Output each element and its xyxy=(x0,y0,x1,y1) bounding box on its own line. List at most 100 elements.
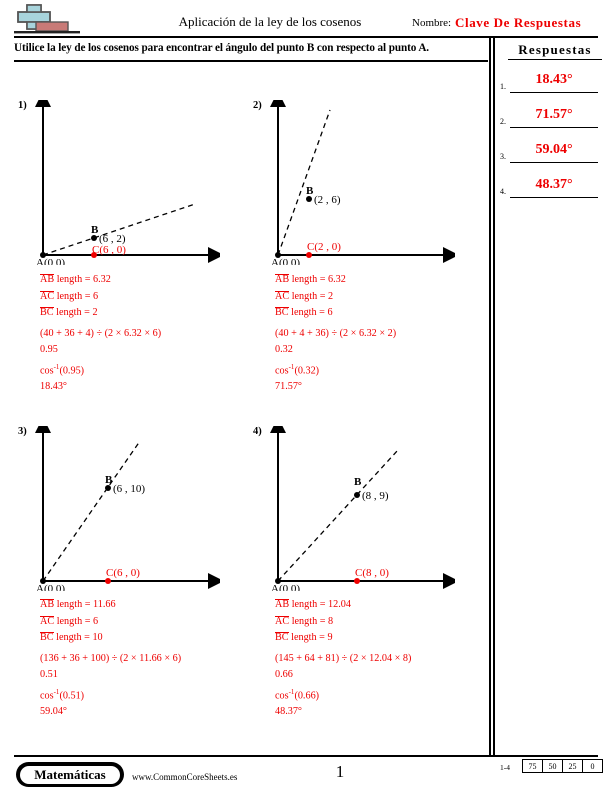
answer-value: 18.43° xyxy=(535,72,573,87)
segment-bc-label: BC xyxy=(40,632,54,643)
answer-value: 59.04° xyxy=(535,142,573,157)
page-title: Aplicación de la ley de los cosenos xyxy=(178,14,362,29)
segment-ac-label: AC xyxy=(40,615,55,627)
segment-ac-label: AC xyxy=(40,290,55,302)
problem-1-graph: A(0,0) B (6 , 2) C(6 , 0) xyxy=(35,100,220,265)
answers-heading: Respuestas xyxy=(508,42,602,60)
problem-number: 3) xyxy=(18,426,27,437)
segment-ab-text: length = 6.32 xyxy=(54,274,111,285)
inverse-arg: (0.32) xyxy=(294,364,320,376)
label-b: B xyxy=(306,185,314,197)
answer-number: 4. xyxy=(500,187,506,196)
table-row: 75 50 25 0 xyxy=(522,759,603,773)
score-range-label: 1-4 xyxy=(500,763,510,772)
label-a: A(0,0) xyxy=(271,583,300,591)
segment-bc-text: length = 10 xyxy=(53,632,103,643)
answer-row-4: 4. 48.37° xyxy=(500,177,600,203)
worksheet-page: Aplicación de la ley de los cosenos Nomb… xyxy=(0,0,612,792)
answer-number: 2. xyxy=(500,117,506,126)
segment-bc-label: BC xyxy=(40,307,54,318)
result-line: 71.57° xyxy=(275,381,302,393)
score-cell[interactable]: 0 xyxy=(582,759,603,773)
result-line: 48.37° xyxy=(275,706,302,718)
inverse-cos-label: cos xyxy=(275,364,289,376)
segment-ac-text: length = 2 xyxy=(289,290,334,302)
problem-4-work: AB length = 12.04 AC length = 8 BC lengt… xyxy=(275,597,411,721)
segment-ab-text: length = 6.32 xyxy=(289,274,346,285)
name-label: Nombre: xyxy=(412,17,452,29)
segment-ab-label: AB xyxy=(275,274,290,285)
page-number: 1 xyxy=(335,762,345,781)
instruction-text: Utilice la ley de los cosenos para encon… xyxy=(14,42,429,54)
label-b: B xyxy=(354,476,362,488)
problem-3-work: AB length = 11.66 AC length = 6 BC lengt… xyxy=(40,597,181,721)
problem-4-graph: A(0,0) B (8 , 9) C(8 , 0) xyxy=(270,426,455,591)
formula-line: (136 + 36 + 100) ÷ (2 × 11.66 × 6) xyxy=(40,652,182,664)
label-b-coord: (2 , 6) xyxy=(314,194,341,206)
footer-divider xyxy=(14,755,598,757)
answer-underline xyxy=(510,92,598,94)
label-c: C(6 , 0) xyxy=(106,567,140,579)
inverse-arg: (0.95) xyxy=(59,364,85,376)
answer-number: 1. xyxy=(500,82,506,91)
problem-number: 4) xyxy=(253,426,262,437)
plus-block-logo-icon xyxy=(14,4,80,34)
label-b: B xyxy=(105,474,113,486)
subject-badge: Matemáticas xyxy=(16,762,124,787)
score-cell[interactable]: 75 xyxy=(522,759,543,773)
name-value: Clave De Respuestas xyxy=(455,15,582,30)
score-table: 75 50 25 0 xyxy=(522,759,603,773)
segment-bc-label: BC xyxy=(275,632,289,643)
page-header: Aplicación de la ley de los cosenos Nomb… xyxy=(0,0,612,38)
quotient-line: 0.66 xyxy=(275,669,293,680)
segment-ac-text: length = 6 xyxy=(54,290,99,302)
label-a: A(0,0) xyxy=(36,257,65,265)
label-b-coord: (6 , 10) xyxy=(113,483,145,495)
problem-2-work: AB length = 6.32 AC length = 2 BC length… xyxy=(275,272,396,396)
segment-ab-label: AB xyxy=(40,274,55,285)
segment-ab-label: AB xyxy=(40,599,55,610)
result-line: 59.04° xyxy=(40,706,67,718)
inverse-cos-label: cos xyxy=(275,689,289,701)
answer-value: 71.57° xyxy=(535,107,573,122)
answer-value: 48.37° xyxy=(535,177,573,192)
score-cell[interactable]: 50 xyxy=(542,759,563,773)
segment-bc-text: length = 9 xyxy=(288,632,333,643)
problem-2-graph: A(0,0) B (2 , 6) C(2 , 0) xyxy=(270,100,455,265)
segment-ab-text: length = 12.04 xyxy=(289,599,351,610)
label-c: C(6 , 0) xyxy=(92,244,126,256)
header-divider xyxy=(14,36,598,38)
problem-number: 2) xyxy=(253,100,262,111)
answer-row-1: 1. 18.43° xyxy=(500,72,600,98)
quotient-line: 0.32 xyxy=(275,344,293,355)
label-a: A(0,0) xyxy=(271,257,300,265)
answer-row-2: 2. 71.57° xyxy=(500,107,600,133)
segment-ac-text: length = 6 xyxy=(54,615,99,627)
instruction-divider xyxy=(14,60,488,62)
score-cell[interactable]: 25 xyxy=(562,759,583,773)
quotient-line: 0.95 xyxy=(40,344,58,355)
column-divider-right xyxy=(493,36,495,756)
formula-line: (145 + 64 + 81) ÷ (2 × 12.04 × 8) xyxy=(275,652,412,664)
label-b-coord: (8 , 9) xyxy=(362,490,389,502)
column-divider-left xyxy=(489,36,491,756)
answer-underline xyxy=(510,127,598,129)
answer-underline xyxy=(510,162,598,164)
formula-line: (40 + 4 + 36) ÷ (2 × 6.32 × 2) xyxy=(275,327,397,339)
problem-number: 1) xyxy=(18,100,27,111)
formula-line: (40 + 36 + 4) ÷ (2 × 6.32 × 6) xyxy=(40,327,162,339)
label-c: C(8 , 0) xyxy=(355,567,389,579)
segment-ac-label: AC xyxy=(275,615,290,627)
problem-1-work: AB length = 6.32 AC length = 6 BC length… xyxy=(40,272,161,396)
label-a: A(0,0) xyxy=(36,583,65,591)
segment-ab-text: length = 11.66 xyxy=(54,599,116,610)
segment-ab-label: AB xyxy=(275,599,290,610)
problem-3-graph: A(0,0) B (6 , 10) C(6 , 0) xyxy=(35,426,220,591)
segment-bc-text: length = 2 xyxy=(53,307,98,318)
label-c: C(2 , 0) xyxy=(307,241,341,253)
segment-bc-label: BC xyxy=(275,307,289,318)
segment-ac-label: AC xyxy=(275,290,290,302)
quotient-line: 0.51 xyxy=(40,669,58,680)
subject-badge-label: Matemáticas xyxy=(20,765,120,784)
result-line: 18.43° xyxy=(40,381,67,393)
